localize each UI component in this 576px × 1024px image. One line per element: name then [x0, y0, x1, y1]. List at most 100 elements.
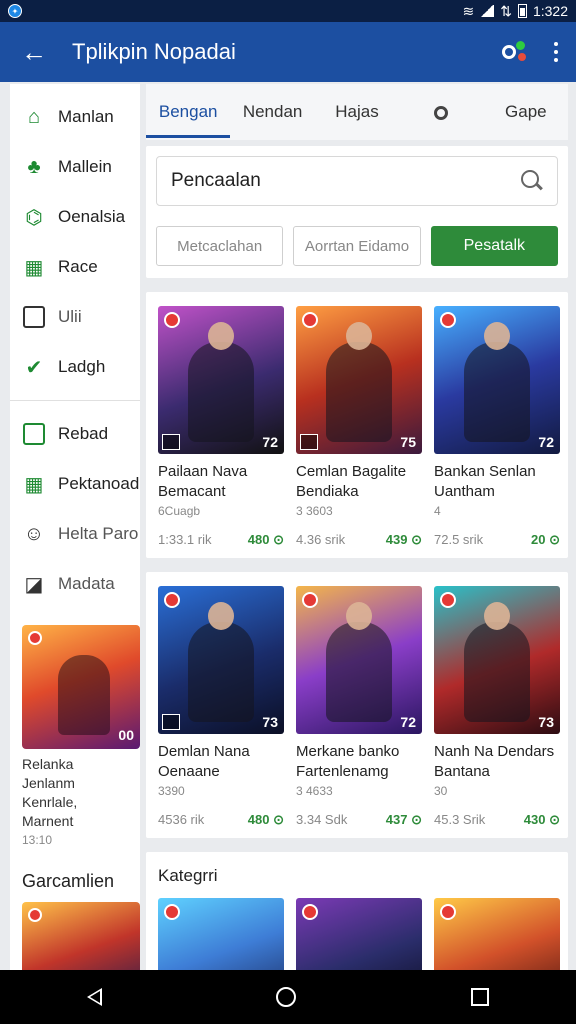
filter-button-left[interactable]: Metcaclahan	[156, 226, 284, 266]
people-icon: ☺	[23, 522, 45, 545]
game-cover-image: 72	[296, 586, 422, 734]
game-title: Nanh Na Dendars Bantana	[434, 743, 555, 780]
filter-button-middle[interactable]: Aorrtan Eidamo	[293, 226, 421, 266]
rating-icon	[162, 714, 180, 730]
notification-app-icon: ✦	[8, 4, 22, 18]
game-subtitle: 3 3603	[296, 504, 333, 518]
age-rating: 73	[262, 714, 278, 730]
game-title: Merkane banko Fartenlenamg	[296, 743, 400, 780]
game-price: 480 ⊙	[247, 812, 284, 827]
sidebar-item-label: Manlan	[58, 107, 114, 126]
wifi-icon: ≋	[462, 2, 475, 19]
game-subtitle: 30	[434, 784, 448, 798]
game-badge-icon	[440, 904, 456, 920]
sidebar-item-label: Oenalsia	[58, 207, 126, 226]
game-badge-icon	[440, 312, 456, 328]
sidebar-promo-meta: 13:10	[22, 833, 53, 847]
tab-bengan[interactable]: Bengan	[146, 84, 231, 140]
sidebar-item-mallein[interactable]: ♣ Mallein	[10, 142, 140, 192]
game-tile[interactable]: 75 Cemlan Bagalite Bendiaka 3 3603 4.36 …	[296, 306, 422, 548]
graduation-cap-icon: ⌬	[25, 206, 43, 229]
game-tile[interactable]: 72 Merkane banko Fartenlenamg 3 4633 3.3…	[296, 586, 422, 828]
sidebar-item-ulii[interactable]: Ulii	[10, 292, 140, 342]
rating-icon	[162, 434, 180, 450]
sidebar-item-label: Race	[58, 257, 98, 276]
age-rating: 72	[538, 434, 554, 450]
game-subtitle: 3390	[158, 784, 185, 798]
nav-back-icon[interactable]	[87, 988, 103, 1006]
game-tile[interactable]: 72 Bankan Senlan Uantham 4 72.5 srik 20 ⊙	[434, 306, 560, 548]
game-title: Bankan Senlan Uantham	[434, 463, 536, 500]
game-tile[interactable]: 73 Demlan Nana Oenaane 3390 4536 rik 480 …	[158, 586, 284, 828]
sidebar-item-label: Ladgh	[58, 357, 106, 376]
game-price: 20 ⊙	[531, 532, 560, 547]
sidebar-item-label: Ulii	[58, 307, 82, 326]
sidebar-promo-title: Relanka Jenlanm Kenrlale, Marnent	[22, 756, 78, 829]
promo-age-badge: 00	[118, 727, 134, 743]
system-nav-bar	[0, 970, 576, 1024]
search-submit-button[interactable]: Pesatalk	[430, 226, 558, 266]
game-grid-row-2: 73 Demlan Nana Oenaane 3390 4536 rik 480 …	[146, 572, 568, 838]
game-badge-icon	[440, 592, 456, 608]
age-rating: 73	[538, 714, 554, 730]
tab-gape[interactable]: Gape	[484, 84, 568, 140]
sidebar-item-helta-paro[interactable]: ☺ Helta Paro	[10, 509, 140, 559]
game-tile[interactable]: 72 Pailaan Nava Bemacant 6Cuagb 1:33.1 r…	[158, 306, 284, 548]
sidebar-item-madata[interactable]: ◪ Madata	[10, 559, 140, 609]
game-badge-icon	[164, 592, 180, 608]
nav-recents-icon[interactable]	[470, 988, 489, 1006]
sidebar-item-rebad[interactable]: Rebad	[10, 409, 140, 459]
game-badge-icon	[302, 904, 318, 920]
promo-badge-icon	[28, 631, 42, 645]
sidebar-game-thumbnail[interactable]	[22, 902, 140, 970]
game-size: 1:33.1 rik	[158, 532, 212, 547]
more-options-icon[interactable]	[552, 42, 560, 62]
sidebar: ⌂ Manlan ♣ Mallein ⌬ Oenalsia ▦ Race Uli…	[10, 84, 140, 970]
sidebar-item-label: Helta Paro	[58, 524, 139, 543]
game-size: 4.36 srik	[296, 532, 346, 547]
sidebar-item-ladgh[interactable]: ✔ Ladgh	[10, 342, 140, 392]
game-badge-icon	[302, 592, 318, 608]
game-tile[interactable]: 73 Nanh Na Dendars Bantana 30 45.3 Srik 4…	[434, 586, 560, 828]
search-card: Pencaalan Metcaclahan Aorrtan Eidamo Pes…	[146, 146, 568, 278]
tab-hajas[interactable]: Hajas	[315, 84, 399, 140]
grid-icon: ▦	[24, 256, 44, 279]
image-icon: ◪	[24, 573, 44, 596]
sidebar-item-manlan[interactable]: ⌂ Manlan	[10, 92, 140, 142]
game-cover-image: 72	[158, 306, 284, 454]
sidebar-item-label: Rebad	[58, 424, 109, 443]
sidebar-promo-image[interactable]: 00	[22, 625, 140, 749]
app-title: Tplikpin Nopadai	[72, 39, 236, 64]
search-input[interactable]: Pencaalan	[156, 156, 558, 206]
sidebar-item-race[interactable]: ▦ Race	[10, 242, 140, 292]
tab-bar: Bengan Nendan Hajas Gape	[146, 84, 568, 140]
games-hub-icon[interactable]	[500, 37, 530, 67]
age-rating: 72	[400, 714, 416, 730]
back-arrow-icon[interactable]: ←	[16, 34, 52, 70]
sidebar-section-title: Garcamlien	[22, 871, 115, 891]
sidebar-item-pektanoad[interactable]: ▦ Pektanoad	[10, 459, 140, 509]
game-size: 4536 rik	[158, 812, 205, 827]
game-grid-row-1: 72 Pailaan Nava Bemacant 6Cuagb 1:33.1 r…	[146, 292, 568, 558]
home-icon: ⌂	[27, 105, 41, 128]
category-title: Kategrri	[158, 866, 218, 885]
age-rating: 72	[262, 434, 278, 450]
tab-ring[interactable]	[399, 84, 483, 140]
game-title: Pailaan Nava Bemacant	[158, 463, 248, 500]
check-leaf-icon: ✔	[25, 356, 43, 379]
game-subtitle: 6Cuagb	[158, 504, 201, 518]
sidebar-item-oenalsia[interactable]: ⌬ Oenalsia	[10, 192, 140, 242]
game-subtitle: 4	[434, 504, 441, 518]
data-icon: ⇅	[500, 2, 512, 19]
battery-icon	[517, 4, 527, 18]
thumb-badge-icon	[28, 908, 42, 922]
window-icon	[22, 305, 46, 329]
game-badge-icon	[164, 312, 180, 328]
game-badge-icon	[302, 312, 318, 328]
game-cover-image: 73	[158, 586, 284, 734]
tab-nendan[interactable]: Nendan	[230, 84, 314, 140]
search-placeholder: Pencaalan	[171, 170, 261, 191]
nav-home-icon[interactable]	[276, 987, 297, 1007]
search-icon[interactable]	[521, 170, 543, 192]
game-size: 45.3 Srik	[434, 812, 486, 827]
